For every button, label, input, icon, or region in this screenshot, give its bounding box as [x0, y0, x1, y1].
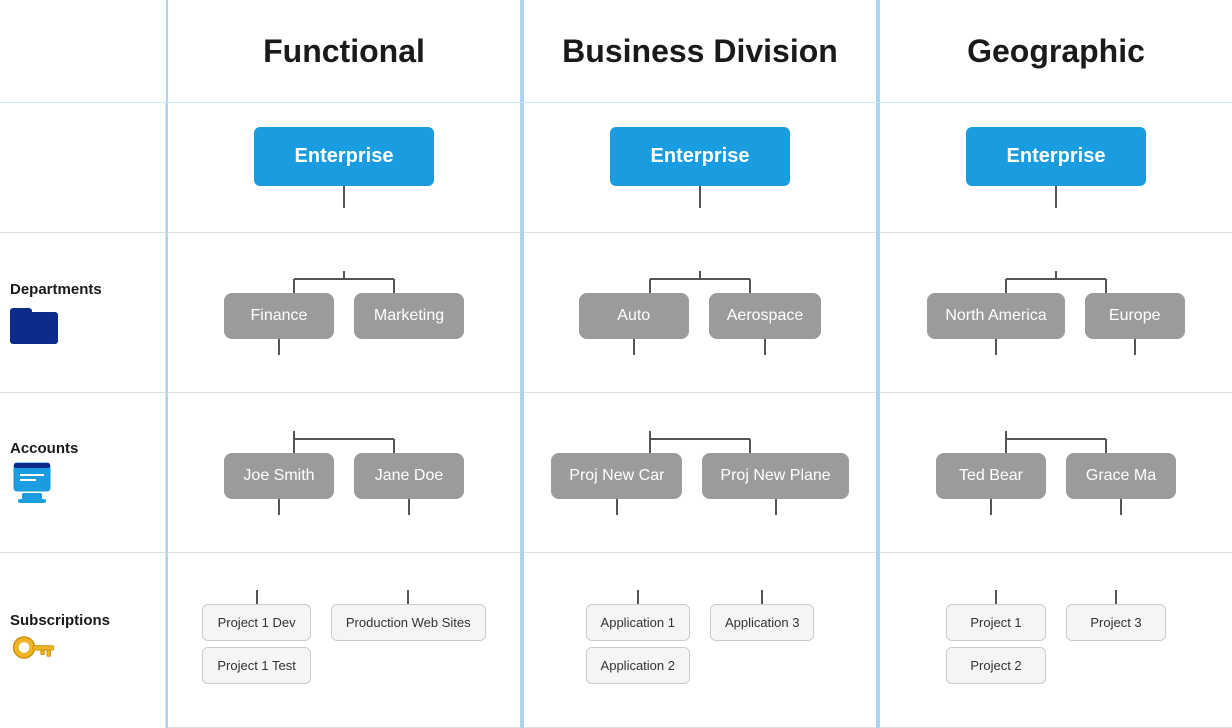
body-area: Departments Accounts [0, 103, 1232, 728]
subscriptions-label: Subscriptions [10, 612, 110, 629]
business-departments-row: Auto Aerospace [524, 233, 876, 393]
header-row: Functional Business Division Geographic [0, 0, 1232, 103]
labels-column: Departments Accounts [0, 103, 166, 728]
functional-sub3-node[interactable]: Production Web Sites [331, 604, 486, 641]
functional-enterprise-node[interactable]: Enterprise [254, 127, 434, 186]
functional-sub1-node[interactable]: Project 1 Dev [202, 604, 311, 641]
header-business: Business Division [522, 0, 878, 102]
business-accounts-row: Proj New Car Proj New Plane [524, 393, 876, 553]
key-icon [10, 633, 54, 669]
functional-marketing-node[interactable]: Marketing [354, 293, 464, 339]
business-column: Enterprise [522, 103, 878, 728]
functional-subscriptions-row: Project 1 Dev Project 1 Test Production … [168, 553, 520, 728]
subscriptions-label-row: Subscriptions [0, 553, 165, 728]
departments-label-row: Departments [0, 233, 165, 393]
business-sub3-node[interactable]: Application 3 [710, 604, 814, 641]
geographic-sub1-node[interactable]: Project 1 [946, 604, 1046, 641]
functional-column: Enterprise [166, 103, 522, 728]
header-spacer [0, 0, 166, 102]
diagram-area: Enterprise [166, 103, 1232, 728]
business-enterprise-node[interactable]: Enterprise [610, 127, 790, 186]
geographic-sub3-node[interactable]: Project 3 [1066, 604, 1166, 641]
geographic-title: Geographic [967, 33, 1145, 70]
geographic-subscriptions-row: Project 1 Project 2 Project 3 [880, 553, 1232, 728]
departments-label: Departments [10, 281, 102, 298]
accounts-label: Accounts [10, 440, 78, 457]
geographic-column: Enterprise [878, 103, 1232, 728]
business-enterprise-row: Enterprise [524, 103, 876, 233]
functional-accounts-row: Joe Smith Jane Doe [168, 393, 520, 553]
business-auto-node[interactable]: Auto [579, 293, 689, 339]
connector-acct-func [254, 431, 434, 453]
header-functional: Functional [166, 0, 522, 102]
functional-title: Functional [263, 33, 425, 70]
functional-departments-row: Finance Marketing [168, 233, 520, 393]
geographic-gracema-node[interactable]: Grace Ma [1066, 453, 1176, 499]
folder-icon [10, 302, 58, 344]
functional-janedoe-node[interactable]: Jane Doe [354, 453, 464, 499]
geographic-enterprise-row: Enterprise [880, 103, 1232, 233]
account-icon [10, 461, 54, 505]
geographic-tedbear-node[interactable]: Ted Bear [936, 453, 1046, 499]
enterprise-label-row [0, 103, 165, 233]
business-projnewplane-node[interactable]: Proj New Plane [702, 453, 848, 499]
functional-finance-node[interactable]: Finance [224, 293, 334, 339]
business-sub1-node[interactable]: Application 1 [586, 604, 690, 641]
geographic-europe-node[interactable]: Europe [1085, 293, 1185, 339]
business-projnewcar-node[interactable]: Proj New Car [551, 453, 682, 499]
business-sub2-node[interactable]: Application 2 [586, 647, 690, 684]
functional-sub2-node[interactable]: Project 1 Test [202, 647, 311, 684]
functional-joesmith-node[interactable]: Joe Smith [224, 453, 334, 499]
business-subscriptions-row: Application 1 Application 2 Application … [524, 553, 876, 728]
geographic-departments-row: North America Europe [880, 233, 1232, 393]
header-geographic: Geographic [878, 0, 1232, 102]
functional-enterprise-row: Enterprise [168, 103, 520, 233]
geographic-northamerica-node[interactable]: North America [927, 293, 1064, 339]
geographic-enterprise-node[interactable]: Enterprise [966, 127, 1146, 186]
connector-dept-func [254, 271, 434, 293]
business-aerospace-node[interactable]: Aerospace [709, 293, 822, 339]
business-title: Business Division [562, 33, 838, 70]
connector-ent-dept-func [343, 186, 345, 208]
accounts-label-row: Accounts [0, 393, 165, 553]
geographic-sub2-node[interactable]: Project 2 [946, 647, 1046, 684]
geographic-accounts-row: Ted Bear Grace Ma [880, 393, 1232, 553]
